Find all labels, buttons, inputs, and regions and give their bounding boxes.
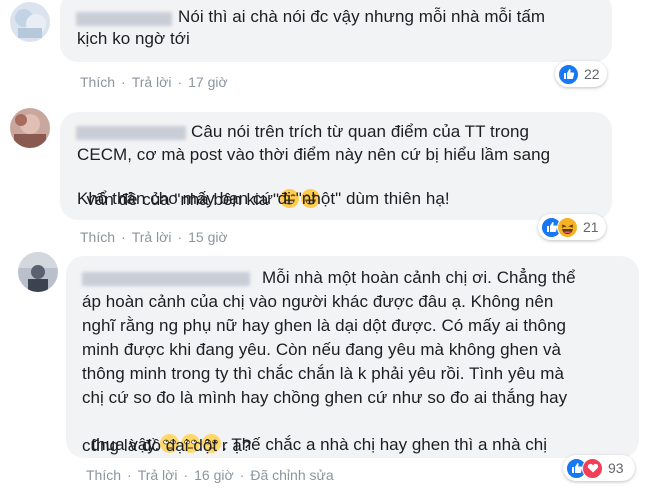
reply-action[interactable]: Trả lời bbox=[138, 467, 178, 483]
comment-text-line: áp hoàn cảnh của chị vào người khác được… bbox=[82, 292, 554, 311]
like-action[interactable]: Thích bbox=[80, 229, 115, 245]
reaction-count: 22 bbox=[584, 66, 600, 82]
comment-text-line: thông minh trong ty thì chắc chắn là k p… bbox=[82, 364, 564, 383]
commenter-name[interactable] bbox=[82, 272, 250, 286]
reply-action[interactable]: Trả lời bbox=[132, 229, 172, 245]
reaction-count: 93 bbox=[608, 460, 624, 476]
reaction-count: 21 bbox=[583, 219, 599, 235]
comment-time[interactable]: 15 giờ bbox=[188, 229, 228, 245]
comment-text-line: chị cứ so đo là mình hay chồng ghen cứ n… bbox=[82, 388, 568, 407]
comment-actions: Thích · Trả lời · 17 giờ bbox=[80, 74, 228, 90]
reaction-summary[interactable]: 22 bbox=[555, 61, 607, 87]
comment-text-line: Câu nói trên trích từ quan điểm của TT t… bbox=[191, 122, 530, 141]
comment-text-line: nghĩ rằng ng phụ nữ hay ghen là dại dột … bbox=[82, 316, 566, 335]
like-action[interactable]: Thích bbox=[86, 467, 121, 483]
comment-text-line: kịch ko ngờ tới bbox=[77, 29, 190, 48]
comment-text-line: minh được khi đang yêu. Còn nếu đang yêu… bbox=[82, 340, 562, 359]
edited-label[interactable]: Đã chỉnh sửa bbox=[250, 467, 333, 483]
like-icon bbox=[558, 63, 579, 85]
commenter-name[interactable] bbox=[76, 12, 172, 26]
comment-text-line: CECM, cơ mà post vào thời điểm này nên c… bbox=[77, 145, 551, 164]
avatar[interactable] bbox=[18, 252, 58, 292]
avatar[interactable] bbox=[10, 108, 50, 148]
comment-time[interactable]: 17 giờ bbox=[188, 74, 228, 90]
like-action[interactable]: Thích bbox=[80, 74, 115, 90]
avatar[interactable] bbox=[10, 2, 50, 42]
comment-text-line: cũng là đồ dại dột r ạ? bbox=[82, 436, 252, 455]
comment-text-line: Mỗi nhà một hoàn cảnh chị ơi. Chẳng thể bbox=[262, 268, 576, 287]
reaction-summary[interactable]: 21 bbox=[538, 214, 606, 240]
comment-actions: Thích · Trả lời · 15 giờ bbox=[80, 229, 228, 245]
comment-time[interactable]: 16 giờ bbox=[194, 467, 234, 483]
comment-text-fragment: . Thế chắc a nhà chị hay ghen thì a nhà … bbox=[222, 434, 547, 454]
reaction-summary[interactable]: 93 bbox=[563, 455, 635, 481]
love-icon bbox=[582, 457, 603, 479]
comment-text-line: Khổ thân cho mấy bạn cứ đi "nhột" dùm th… bbox=[77, 189, 450, 208]
comment-actions: Thích · Trả lời · 16 giờ · Đã chỉnh sửa bbox=[86, 467, 334, 483]
haha-icon bbox=[557, 216, 578, 238]
reply-action[interactable]: Trả lời bbox=[132, 74, 172, 90]
comment-text-line: Nói thì ai chà nói đc vậy nhưng mỗi nhà … bbox=[178, 7, 546, 26]
commenter-name[interactable] bbox=[76, 126, 186, 140]
